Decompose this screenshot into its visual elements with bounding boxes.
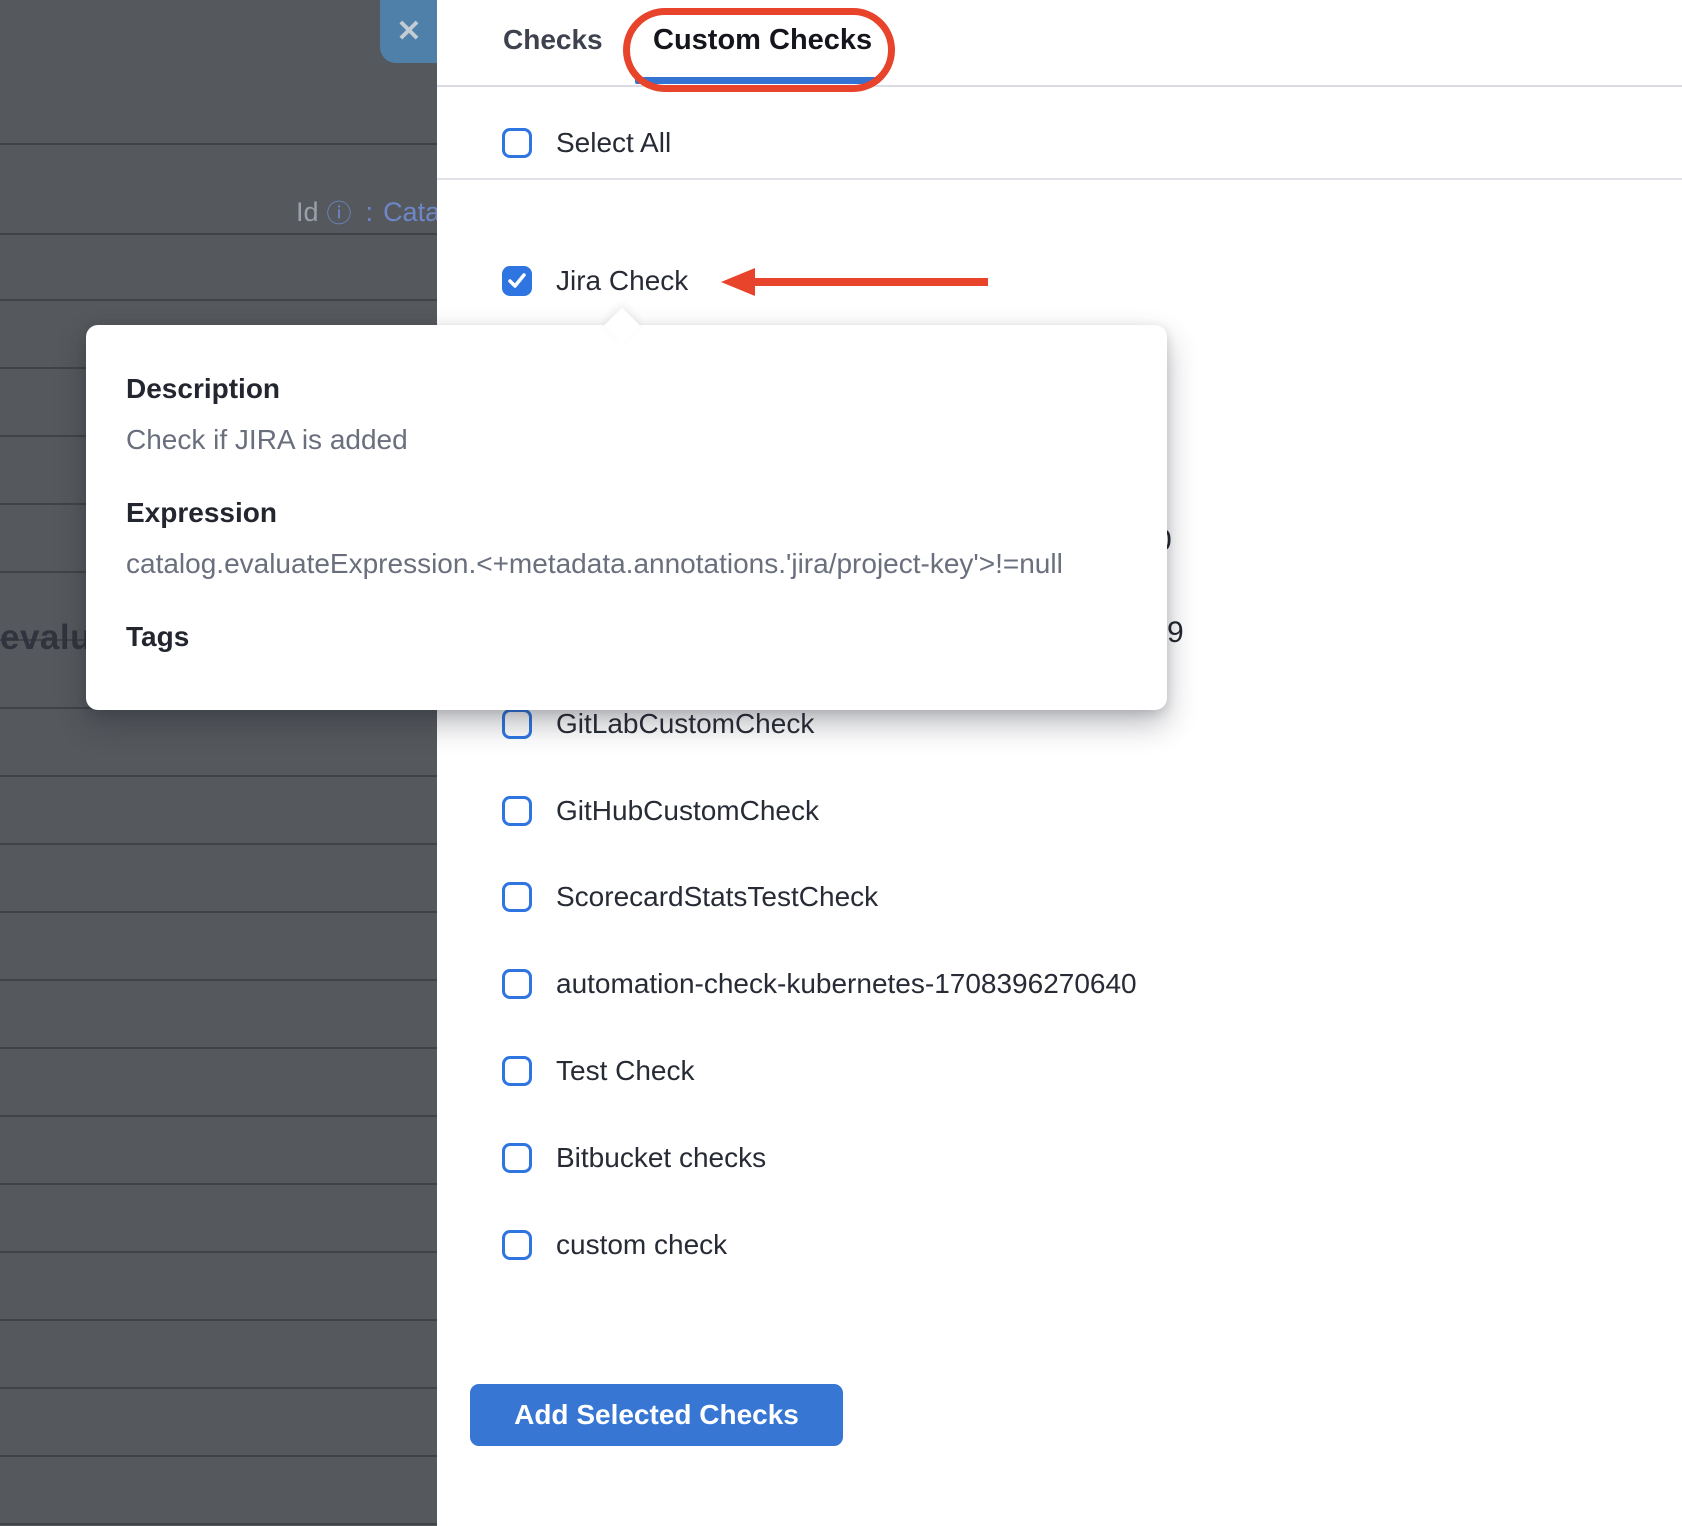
check-item-gitlab[interactable]: GitLabCustomCheck [437,708,814,740]
select-all-row[interactable]: Select All [437,127,671,159]
close-icon: ✕ [396,17,421,47]
red-arrow-annotation [717,262,989,302]
check-item-label: custom check [556,1229,727,1261]
list-divider [437,178,1682,180]
check-item-bitbucket[interactable]: Bitbucket checks [437,1142,766,1174]
check-item-scorecardstats[interactable]: ScorecardStatsTestCheck [437,881,878,913]
check-item-label: GitLabCustomCheck [556,708,814,740]
check-item-label: Jira Check [556,265,688,297]
tooltip-description-heading: Description [126,373,280,405]
checks-panel: Checks Custom Checks Select All Jira Che… [437,0,1682,1526]
id-column-label: Id [296,197,319,228]
check-item-github[interactable]: GitHubCustomCheck [437,795,819,827]
checkmark-icon [505,269,529,293]
check-item-custom-check[interactable]: custom check [437,1229,727,1261]
checkbox[interactable] [502,882,532,912]
checkbox[interactable] [502,1056,532,1086]
tooltip-expression-text: catalog.evaluateExpression.<+metadata.an… [126,548,1063,580]
check-item-label: Bitbucket checks [556,1142,766,1174]
background-table-header: Id ⓘ : Cata [296,194,440,230]
check-item-label: ScorecardStatsTestCheck [556,881,878,913]
tooltip-expression-heading: Expression [126,497,277,529]
select-all-checkbox[interactable] [502,128,532,158]
separator: : [366,197,374,228]
screen: Id ⓘ : Cata evaluat ✕ Checks Custom Chec… [0,0,1682,1526]
add-selected-checks-button[interactable]: Add Selected Checks [470,1384,843,1446]
catalog-link-text: Cata [383,197,440,228]
checkbox[interactable] [502,709,532,739]
jira-checkbox-checked[interactable] [502,266,532,296]
jira-check-tooltip: Description Check if JIRA is added Expre… [86,325,1167,710]
check-item-test-check[interactable]: Test Check [437,1055,695,1087]
check-item-automation-kubernetes[interactable]: automation-check-kubernetes-170839627064… [437,968,1137,1000]
close-button[interactable]: ✕ [380,0,438,63]
check-item-label: Test Check [556,1055,695,1087]
check-item-jira[interactable]: Jira Check [437,265,688,297]
checkbox[interactable] [502,969,532,999]
check-item-label: GitHubCustomCheck [556,795,819,827]
tooltip-tags-heading: Tags [126,621,189,653]
checkbox[interactable] [502,796,532,826]
background-table-line [0,143,437,145]
check-item-label: automation-check-kubernetes-170839627064… [556,968,1137,1000]
red-oval-annotation [623,8,895,92]
occluded-item-fragment: 9 [1167,616,1184,650]
checkbox[interactable] [502,1143,532,1173]
select-all-label: Select All [556,127,671,159]
tab-checks[interactable]: Checks [503,24,603,56]
info-icon: ⓘ [327,194,352,230]
tooltip-description-text: Check if JIRA is added [126,424,408,456]
checkbox[interactable] [502,1230,532,1260]
tabs-divider [437,85,1682,87]
